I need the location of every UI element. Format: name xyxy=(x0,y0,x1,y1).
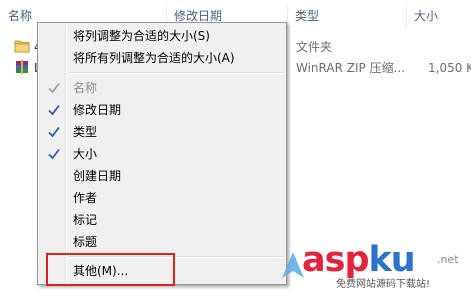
watermark-arrow-icon xyxy=(282,252,304,278)
menu-item-label: 标题 xyxy=(73,235,98,249)
watermark: aspku .net 免费网站源码下载站! xyxy=(282,238,471,297)
column-context-menu: 将列调整为合适的大小(S) 将所有列调整为合适的大小(A) 名称 修改日期 类型 xyxy=(37,22,287,285)
column-header-size[interactable]: 大小 xyxy=(406,0,471,33)
menu-item-column-modified[interactable]: 修改日期 xyxy=(40,99,284,121)
file-size: 1,050 K xyxy=(428,61,471,75)
menu-item-column-type[interactable]: 类型 xyxy=(40,121,284,143)
menu-item-column-created[interactable]: 创建日期 xyxy=(40,165,284,187)
file-type: WinRAR ZIP 压缩... xyxy=(296,61,406,75)
menu-item-label: 修改日期 xyxy=(73,103,122,117)
watermark-tagline: 免费网站源码下载站! xyxy=(336,279,431,290)
menu-item-label: 大小 xyxy=(73,147,98,161)
menu-item-column-author[interactable]: 作者 xyxy=(40,187,284,209)
watermark-brand-main: asp xyxy=(302,240,370,280)
file-type: 文件夹 xyxy=(296,40,333,54)
checkmark-icon xyxy=(48,104,60,116)
menu-item-label: 将所有列调整为合适的大小(A) xyxy=(73,51,235,65)
menu-item-column-tags[interactable]: 标记 xyxy=(40,209,284,231)
explorer-window: 名称 修改日期 类型 大小 4 文件夹 L WinRAR xyxy=(0,0,471,297)
menu-item-fit-column[interactable]: 将列调整为合适的大小(S) xyxy=(40,25,284,47)
checkmark-icon xyxy=(48,82,60,94)
menu-separator xyxy=(68,72,282,74)
menu-item-label: 将列调整为合适的大小(S) xyxy=(73,29,210,43)
menu-item-label: 创建日期 xyxy=(73,169,122,183)
folder-icon xyxy=(14,40,30,53)
column-header-size-label: 大小 xyxy=(414,9,439,23)
column-header-name-label: 名称 xyxy=(8,9,33,23)
checkmark-icon xyxy=(48,126,60,138)
watermark-logo: aspku xyxy=(302,240,416,280)
menu-item-label: 名称 xyxy=(73,81,98,95)
menu-item-column-name: 名称 xyxy=(40,77,284,99)
column-header-modified-label: 修改日期 xyxy=(174,9,223,23)
menu-item-label: 类型 xyxy=(73,125,98,139)
menu-item-fit-all-columns[interactable]: 将所有列调整为合适的大小(A) xyxy=(40,47,284,69)
menu-item-label: 标记 xyxy=(73,213,98,227)
watermark-brand-accent: ku xyxy=(368,240,416,280)
checkmark-icon xyxy=(48,148,60,160)
winrar-archive-icon xyxy=(16,60,28,74)
column-header-type[interactable]: 类型 xyxy=(287,0,405,33)
watermark-domain-suffix: .net xyxy=(437,253,459,266)
menu-item-label: 作者 xyxy=(73,191,98,205)
menu-item-column-size[interactable]: 大小 xyxy=(40,143,284,165)
menu-item-column-title[interactable]: 标题 xyxy=(40,231,284,253)
column-header-type-label: 类型 xyxy=(295,9,320,23)
highlight-box xyxy=(46,253,175,286)
